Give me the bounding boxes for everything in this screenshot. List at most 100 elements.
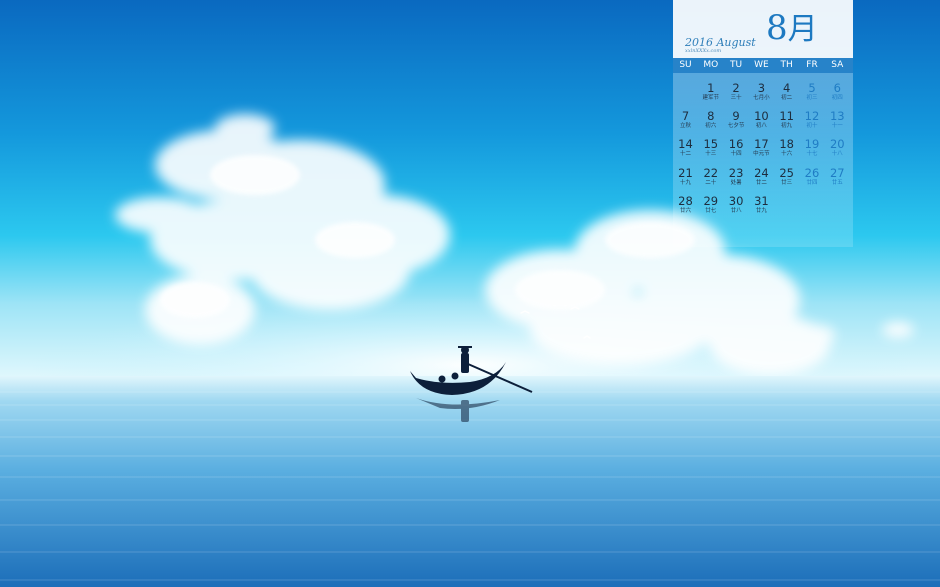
- day-number: 16: [728, 137, 744, 152]
- day-lunar-label: 廿四: [806, 179, 818, 186]
- calendar-day: 7 立秋: [673, 109, 698, 130]
- day-number: 17: [754, 137, 769, 152]
- day-lunar-label: 十一: [831, 123, 843, 130]
- day-lunar-label: 廿七: [705, 207, 717, 214]
- day-number: 1: [707, 81, 715, 95]
- weekday-fr: FR: [806, 60, 818, 70]
- day-number: 6: [833, 81, 841, 95]
- day-lunar-label: 初九: [781, 123, 793, 130]
- day-number: 21: [678, 165, 693, 180]
- calendar-day: 6 初四: [825, 81, 850, 102]
- calendar-day: 15 十三: [698, 137, 723, 158]
- calendar-day: 4 初二: [774, 81, 799, 102]
- day-number: 22: [703, 165, 719, 180]
- day-lunar-label: 七夕节: [727, 123, 745, 130]
- day-number: 18: [779, 137, 794, 152]
- day-lunar-label: 十七: [806, 151, 818, 158]
- calendar-day: 17 中元节: [749, 137, 774, 158]
- day-lunar-label: 十二: [679, 151, 691, 158]
- day-number: 4: [783, 81, 791, 95]
- calendar-day: 2 三十: [724, 81, 749, 102]
- weekday-header: SU MO TU WE TH FR SA: [673, 58, 853, 73]
- month-calendar: 2016 August xxlnXXXx.com 8月 SU MO TU WE TH FR…: [673, 0, 853, 247]
- calendar-day: 20 十八: [825, 137, 850, 158]
- day-number: 11: [779, 109, 794, 124]
- weekday-th: TH: [780, 60, 793, 70]
- calendar-header: 2016 August xxlnXXXx.com 8月: [673, 0, 853, 58]
- calendar-day: 21 十九: [673, 166, 698, 187]
- day-lunar-label: 十三: [705, 151, 717, 158]
- calendar-day: 1 建军节: [698, 81, 723, 102]
- day-lunar-label: 十四: [730, 151, 742, 158]
- day-lunar-label: 二十: [705, 179, 717, 186]
- calendar-day: 22 二十: [698, 166, 723, 187]
- calendar-day: 26 廿四: [800, 166, 825, 187]
- calendar-day: 14 十二: [673, 137, 698, 158]
- day-lunar-label: 初二: [781, 95, 793, 101]
- weekday-mo: MO: [703, 60, 719, 70]
- day-number: 3: [757, 81, 766, 95]
- day-lunar-label: 廿二: [755, 179, 767, 186]
- day-number: 2: [732, 81, 740, 95]
- day-number: 26: [804, 165, 820, 180]
- calendar-day: 18 十六: [774, 137, 799, 158]
- calendar-day: 9 七夕节: [724, 109, 749, 130]
- day-number: 12: [804, 109, 820, 124]
- weekday-we: WE: [754, 60, 769, 70]
- day-lunar-label: 建军节: [702, 95, 720, 101]
- calendar-day: 23 处暑: [724, 166, 749, 187]
- calendar-day: 24 廿二: [749, 166, 774, 187]
- day-number: 5: [808, 81, 816, 95]
- day-lunar-label: 初四: [831, 95, 843, 101]
- calendar-day: 25 廿三: [774, 166, 799, 187]
- calendar-month-title: 8月: [766, 4, 818, 54]
- day-number: 14: [678, 137, 693, 152]
- weekday-sa: SA: [831, 60, 844, 70]
- calendar-day: 30 廿八: [724, 194, 749, 215]
- calendar-day: 16 十四: [724, 137, 749, 158]
- calendar-day: 29 廿七: [698, 194, 723, 215]
- weekday-tu: TU: [730, 60, 743, 70]
- calendar-day: 19 十七: [800, 137, 825, 158]
- day-lunar-label: 立秋: [679, 123, 691, 130]
- day-lunar-label: 初八: [755, 123, 767, 130]
- day-number: 24: [754, 165, 769, 180]
- day-lunar-label: 十九: [679, 179, 691, 186]
- calendar-grid: 1 建军节 2 三十 3 七月小 4 初二 5 初三 6 初四 7 立秋 8 初六 9 七夕节 10 初八 11 初九 12…: [673, 73, 853, 247]
- calendar-day: 13 十一: [825, 109, 850, 130]
- day-number: 19: [804, 137, 820, 152]
- day-lunar-label: 初十: [806, 123, 818, 130]
- calendar-day: 3 七月小: [749, 81, 774, 102]
- day-lunar-label: 廿九: [755, 207, 767, 214]
- calendar-day: 11 初九: [774, 109, 799, 130]
- calendar-watermark: xxlnXXXx.com: [685, 48, 722, 54]
- day-number: 10: [754, 109, 769, 124]
- calendar-day: 8 初六: [698, 109, 723, 130]
- day-number: 9: [732, 109, 740, 124]
- day-lunar-label: 十六: [781, 151, 793, 158]
- calendar-day: 5 初三: [800, 81, 825, 102]
- calendar-day: 28 廿六: [673, 194, 698, 215]
- calendar-day: 10 初八: [749, 109, 774, 130]
- day-lunar-label: 十八: [831, 151, 843, 158]
- day-number: 23: [728, 165, 744, 180]
- calendar-day: 31 廿九: [749, 194, 774, 215]
- day-number: 7: [681, 109, 690, 124]
- day-number: 29: [703, 193, 719, 208]
- day-lunar-label: 初三: [806, 95, 818, 101]
- day-lunar-label: 三十: [730, 95, 742, 101]
- day-lunar-label: 处暑: [730, 179, 742, 186]
- day-lunar-label: 廿八: [730, 207, 742, 214]
- weekday-su: SU: [679, 60, 692, 70]
- month-number: 8: [766, 8, 788, 48]
- day-number: 27: [829, 165, 845, 180]
- day-number: 20: [829, 137, 845, 152]
- day-number: 13: [829, 109, 845, 124]
- calendar-day: 12 初十: [800, 109, 825, 130]
- month-char: 月: [787, 12, 818, 47]
- day-number: 25: [779, 165, 794, 180]
- calendar-day: 27 廿五: [825, 166, 850, 187]
- day-lunar-label: 初六: [705, 123, 717, 130]
- day-lunar-label: 七月小: [753, 95, 770, 101]
- day-number: 31: [754, 193, 769, 208]
